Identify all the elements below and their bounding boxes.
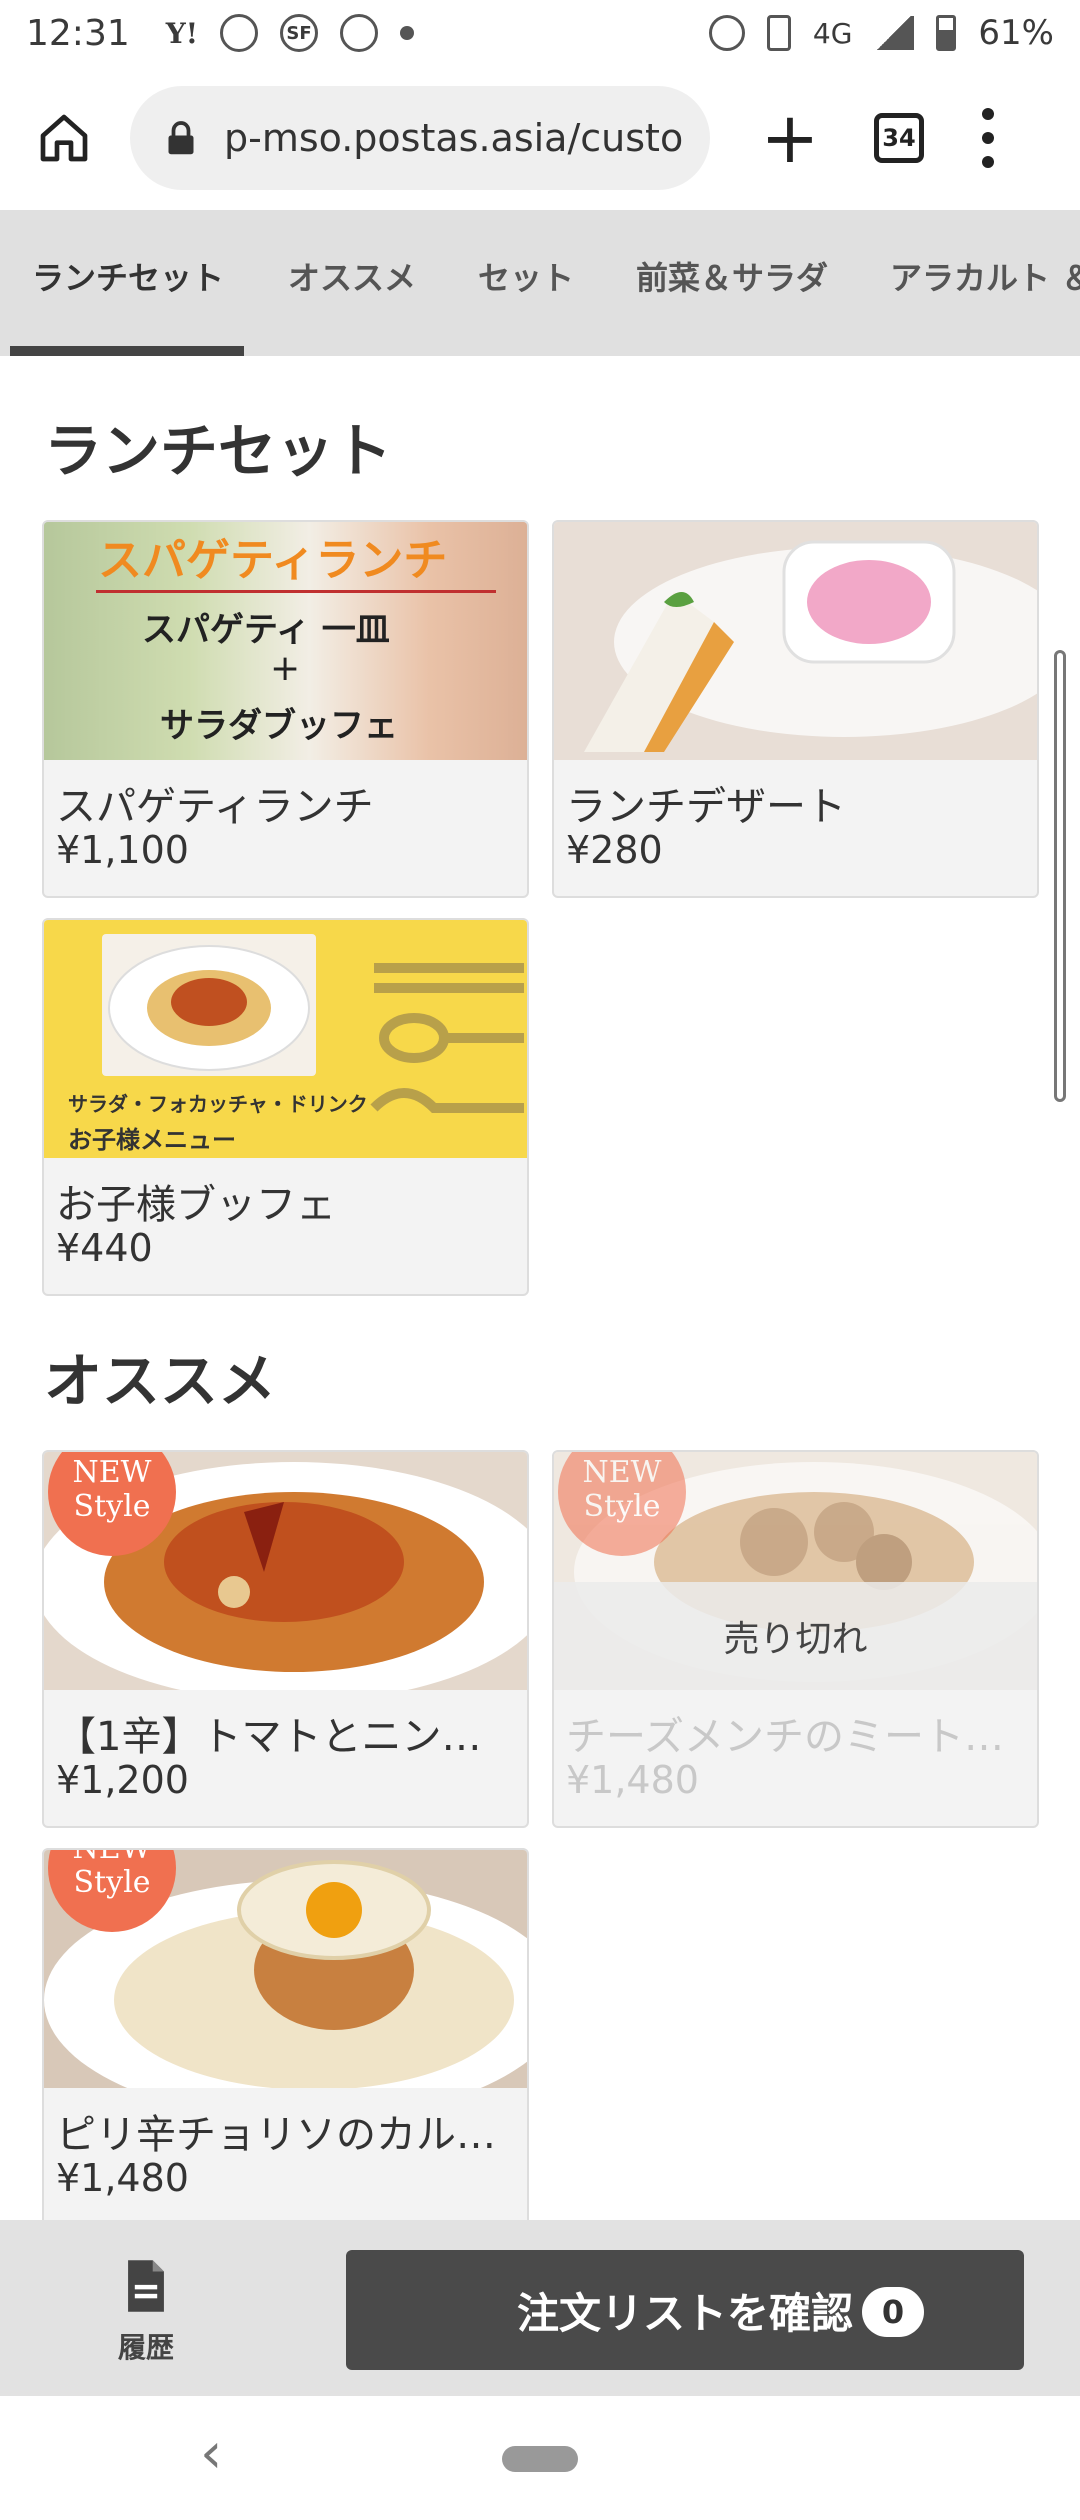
network-type: 4G (812, 16, 853, 50)
history-label: 履歴 (117, 2331, 174, 2364)
item-name: ピリ辛チョリソのカル… (56, 2112, 496, 2158)
promo-line-1: スパゲティ 一皿 (142, 610, 390, 650)
account-icon (220, 14, 259, 52)
tab-recommended[interactable]: オススメ (288, 210, 416, 356)
menu-item-tomato-garlic[interactable]: NEW Style 【1辛】トマトとニンニ… ¥1,200 (42, 1450, 529, 1828)
signal-icon (874, 16, 915, 50)
scrollbar[interactable] (1054, 650, 1066, 1102)
more-notifications-icon (400, 26, 415, 40)
order-button-label: 注文リストを確認 (516, 2288, 853, 2338)
document-icon (128, 2260, 164, 2312)
sf-icon: SF (280, 14, 319, 52)
home-button[interactable] (20, 94, 108, 182)
plus-icon: + (760, 97, 820, 179)
item-name: スパゲティランチ (56, 784, 374, 830)
item-image (554, 522, 1037, 760)
tab-switcher-button[interactable]: 34 (874, 113, 924, 163)
alarm-icon (708, 15, 745, 51)
item-price: ¥1,480 (56, 2156, 189, 2200)
item-name: ランチデザート (566, 784, 846, 830)
item-price: ¥1,100 (56, 828, 189, 872)
menu-item-spaghetti-lunch[interactable]: スパゲティランチ スパゲティ 一皿 + サラダブッフェ スパゲティランチ ¥1,… (42, 520, 529, 898)
item-name: お子様ブッフェ (56, 1182, 336, 1228)
section-title-recommended: オススメ (44, 1347, 277, 1415)
cutlery-icon (370, 963, 524, 1113)
item-image: NEWStyle (44, 1850, 527, 2088)
url-text: p-mso.postas.asia/custo (224, 116, 684, 160)
item-price: ¥1,200 (56, 1758, 189, 1802)
tab-set[interactable]: セット (478, 210, 574, 356)
account-icon (340, 14, 379, 52)
battery-icon (936, 15, 957, 51)
pasta-plate-illustration (108, 945, 310, 1071)
status-bar: 12:31 Y! SF 4G 61% (0, 0, 1080, 66)
tab-appetizer-salad[interactable]: 前菜＆サラダ (636, 210, 828, 356)
active-tab-indicator (10, 346, 244, 356)
tab-lunch-set[interactable]: ランチセット (32, 210, 224, 356)
menu-item-lunch-dessert[interactable]: ランチデザート ¥280 (552, 520, 1039, 898)
vibrate-icon (766, 15, 791, 51)
item-price: ¥280 (566, 828, 663, 872)
section-title-lunch-set: ランチセット (44, 417, 393, 485)
menu-item-cheese-menchi[interactable]: NEW Style 売り切れ チーズメンチのミート… ¥1,480 (552, 1450, 1039, 1828)
yahoo-icon: Y! (165, 16, 199, 50)
view-order-list-button[interactable]: 注文リストを確認 0 (346, 2250, 1024, 2370)
menu-content[interactable]: ランチセット スパゲティランチ スパゲティ 一皿 + サラダブッフェ スパゲティ… (0, 356, 1080, 2220)
item-image: スパゲティランチ スパゲティ 一皿 + サラダブッフェ (44, 522, 527, 760)
sold-out-label: 売り切れ (554, 1582, 1037, 1690)
item-price: ¥1,480 (566, 1758, 699, 1802)
battery-percent: 61% (978, 13, 1054, 53)
menu-item-chorizo-carbonara[interactable]: NEWStyle ピリ辛チョリソのカル… ¥1,480 (42, 1848, 529, 2220)
promo-line-2: + (270, 648, 301, 689)
tab-a-la-carte[interactable]: アラカルト ＆ (890, 210, 1080, 356)
home-icon (40, 114, 88, 162)
back-icon[interactable]: ‹ (200, 2426, 222, 2482)
item-image: NEWStyle (44, 1452, 527, 1690)
promo-line-3: サラダブッフェ (160, 706, 398, 746)
browser-toolbar: p-mso.postas.asia/custo + 34 (0, 66, 1080, 210)
system-navigation-bar: ‹ (0, 2396, 1080, 2520)
menu-item-kids-buffet[interactable]: サラダ・フォカッチャ・ドリンク お子様メニュー お子様ブッフェ ¥440 (42, 918, 529, 1296)
kids-promo-line-2: お子様メニュー (68, 1126, 236, 1154)
promo-title: スパゲティランチ (98, 535, 448, 586)
browser-menu-button[interactable] (978, 108, 998, 168)
category-tabs: ランチセット オススメ セット 前菜＆サラダ アラカルト ＆ (0, 210, 1080, 356)
kids-promo-line-1: サラダ・フォカッチャ・ドリンク (68, 1092, 368, 1116)
lock-icon (168, 121, 194, 155)
bottom-action-bar: 履歴 注文リストを確認 0 (0, 2220, 1080, 2396)
home-pill[interactable] (502, 2446, 578, 2472)
status-time: 12:31 (26, 12, 130, 54)
item-image: サラダ・フォカッチャ・ドリンク お子様メニュー (44, 920, 527, 1158)
order-count-badge: 0 (862, 2287, 924, 2337)
dessert-illustration (584, 540, 1037, 752)
item-price: ¥440 (56, 1226, 153, 1270)
notification-icons: Y! SF (165, 14, 415, 52)
item-image: NEW Style 売り切れ (554, 1452, 1037, 1690)
item-name: チーズメンチのミート… (566, 1714, 1004, 1760)
item-name: 【1辛】トマトとニンニ… (56, 1714, 518, 1760)
new-tab-button[interactable]: + (754, 102, 826, 174)
history-button[interactable]: 履歴 (96, 2258, 196, 2366)
address-bar[interactable]: p-mso.postas.asia/custo (130, 86, 710, 190)
